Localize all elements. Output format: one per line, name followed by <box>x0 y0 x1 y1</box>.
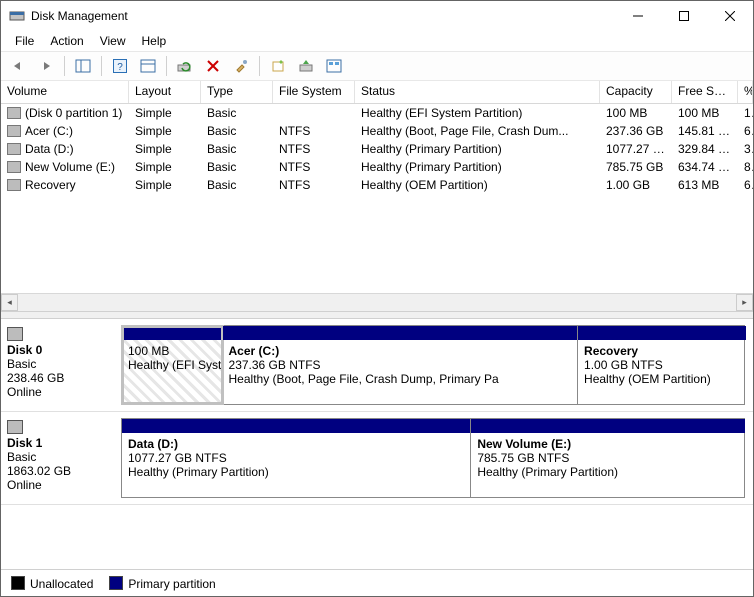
disk-info[interactable]: Disk 0Basic238.46 GBOnline <box>7 325 107 405</box>
disk-info[interactable]: Disk 1Basic1863.02 GBOnline <box>7 418 107 498</box>
menu-view[interactable]: View <box>92 32 134 50</box>
menu-action[interactable]: Action <box>42 32 91 50</box>
disk-icon <box>7 327 23 341</box>
menubar: File Action View Help <box>1 31 753 51</box>
partition-container: Data (D:)1077.27 GB NTFSHealthy (Primary… <box>121 418 745 498</box>
disk-row: Disk 1Basic1863.02 GBOnlineData (D:)1077… <box>1 412 753 505</box>
refresh-icon[interactable] <box>172 53 198 79</box>
col-type[interactable]: Type <box>201 81 273 103</box>
horizontal-scrollbar[interactable]: ◂ ▸ <box>1 293 753 311</box>
volume-row[interactable]: RecoverySimpleBasicNTFSHealthy (OEM Part… <box>1 176 753 194</box>
volume-row[interactable]: Data (D:)SimpleBasicNTFSHealthy (Primary… <box>1 140 753 158</box>
col-pctfree[interactable]: % <box>738 81 753 103</box>
volume-list-header: Volume Layout Type File System Status Ca… <box>1 81 753 104</box>
partition[interactable]: Recovery1.00 GB NTFSHealthy (OEM Partiti… <box>578 326 746 404</box>
disk-icon <box>7 420 23 434</box>
partition[interactable]: Data (D:)1077.27 GB NTFSHealthy (Primary… <box>122 419 471 497</box>
col-status[interactable]: Status <box>355 81 600 103</box>
disk-graphical-view: Disk 0Basic238.46 GBOnline100 MBHealthy … <box>1 319 753 569</box>
volume-row[interactable]: Acer (C:)SimpleBasicNTFSHealthy (Boot, P… <box>1 122 753 140</box>
volume-icon <box>7 107 21 119</box>
action-pane-icon[interactable] <box>135 53 161 79</box>
attach-vhd-icon[interactable] <box>293 53 319 79</box>
titlebar: Disk Management <box>1 1 753 31</box>
volume-list: Volume Layout Type File System Status Ca… <box>1 81 753 311</box>
app-icon <box>9 8 25 24</box>
partition[interactable]: New Volume (E:)785.75 GB NTFSHealthy (Pr… <box>471 419 745 497</box>
svg-text:?: ? <box>117 62 123 73</box>
volume-row[interactable]: New Volume (E:)SimpleBasicNTFSHealthy (P… <box>1 158 753 176</box>
disk-management-window: Disk Management File Action View Help ? <box>0 0 754 597</box>
partition[interactable]: Acer (C:)237.36 GB NTFSHealthy (Boot, Pa… <box>223 326 579 404</box>
partition-container: 100 MBHealthy (EFI System Partition)Acer… <box>121 325 745 405</box>
col-layout[interactable]: Layout <box>129 81 201 103</box>
volume-icon <box>7 143 21 155</box>
minimize-button[interactable] <box>615 1 661 31</box>
window-title: Disk Management <box>31 9 615 23</box>
settings-icon[interactable] <box>321 53 347 79</box>
scroll-left-icon[interactable]: ◂ <box>1 294 18 311</box>
col-capacity[interactable]: Capacity <box>600 81 672 103</box>
partition[interactable]: 100 MBHealthy (EFI System Partition) <box>122 326 223 404</box>
legend-unallocated: Unallocated <box>11 576 93 591</box>
show-hide-console-tree-icon[interactable] <box>70 53 96 79</box>
maximize-button[interactable] <box>661 1 707 31</box>
pane-splitter[interactable] <box>1 311 753 319</box>
legend-primary: Primary partition <box>109 576 215 591</box>
volume-icon <box>7 179 21 191</box>
disk-row: Disk 0Basic238.46 GBOnline100 MBHealthy … <box>1 319 753 412</box>
properties-icon[interactable] <box>228 53 254 79</box>
help-icon[interactable]: ? <box>107 53 133 79</box>
close-button[interactable] <box>707 1 753 31</box>
legend: Unallocated Primary partition <box>1 569 753 596</box>
col-filesystem[interactable]: File System <box>273 81 355 103</box>
back-button[interactable] <box>5 53 31 79</box>
menu-file[interactable]: File <box>7 32 42 50</box>
delete-icon[interactable] <box>200 53 226 79</box>
forward-button[interactable] <box>33 53 59 79</box>
new-volume-icon[interactable] <box>265 53 291 79</box>
volume-icon <box>7 161 21 173</box>
volume-icon <box>7 125 21 137</box>
menu-help[interactable]: Help <box>134 32 175 50</box>
toolbar: ? <box>1 51 753 81</box>
col-volume[interactable]: Volume <box>1 81 129 103</box>
col-freespace[interactable]: Free Spa... <box>672 81 738 103</box>
volume-row[interactable]: (Disk 0 partition 1)SimpleBasicHealthy (… <box>1 104 753 122</box>
scroll-right-icon[interactable]: ▸ <box>736 294 753 311</box>
